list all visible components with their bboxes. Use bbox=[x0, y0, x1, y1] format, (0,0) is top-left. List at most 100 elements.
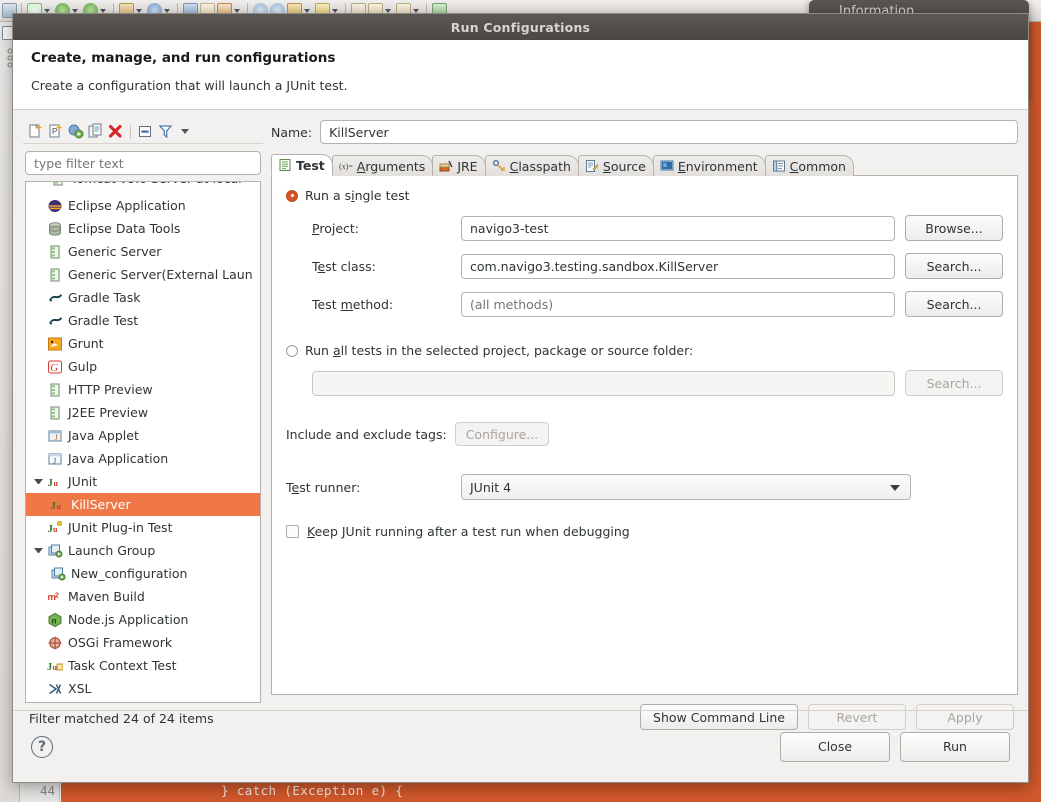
collapse-all-icon[interactable] bbox=[137, 123, 154, 140]
browse-project-button[interactable]: Browse... bbox=[905, 215, 1003, 241]
toolbar-dropdown-arrow-5[interactable] bbox=[164, 8, 170, 13]
new-prototype-icon[interactable]: P bbox=[47, 123, 64, 140]
tree-item[interactable]: HTTP Preview bbox=[26, 378, 260, 401]
tree-item[interactable]: m 2 Maven Build bbox=[26, 585, 260, 608]
new-configuration-from-prototype-icon[interactable] bbox=[67, 123, 84, 140]
keep-running-row[interactable]: Keep JUnit running after a test run when… bbox=[286, 524, 1003, 539]
dialog-title: Run Configurations bbox=[450, 19, 591, 35]
tree-item-label: J2EE Preview bbox=[68, 405, 149, 420]
tab-label: JRE bbox=[457, 158, 478, 174]
toolbar-dropdown-arrow-1[interactable] bbox=[44, 8, 50, 13]
help-icon[interactable]: ? bbox=[31, 735, 53, 758]
toolbar-dropdown-arrow-2[interactable] bbox=[72, 8, 78, 13]
tree-item-label: KillServer bbox=[71, 497, 131, 512]
search-all-tests-button: Search... bbox=[905, 370, 1003, 396]
search-test-method-button[interactable]: Search... bbox=[905, 291, 1003, 317]
tab-environment[interactable]: Environment bbox=[652, 155, 766, 176]
toolbar-dropdown-arrow-4[interactable] bbox=[136, 8, 142, 13]
tab-classpath[interactable]: Classpath bbox=[484, 155, 579, 176]
tree-item[interactable]: Eclipse Data Tools bbox=[26, 217, 260, 240]
tree-item[interactable]: Eclipse Application bbox=[26, 194, 260, 217]
expand-arrow-icon[interactable] bbox=[34, 479, 43, 484]
configuration-tabs[interactable]: Test (x)= Arguments JRE Classpath Source Envir… bbox=[271, 154, 1018, 176]
keep-running-checkbox[interactable] bbox=[286, 525, 299, 538]
tree-item[interactable]: New_configuration bbox=[26, 562, 260, 585]
common-icon bbox=[772, 159, 786, 173]
tab-label: Source bbox=[602, 158, 646, 174]
junit-icon: Ju bbox=[50, 497, 66, 513]
tree-item[interactable]: Ju JUnit bbox=[26, 470, 260, 493]
toolbar-dropdown-arrow-8[interactable] bbox=[332, 8, 338, 13]
run-configurations-dialog: Run Configurations Create, manage, and r… bbox=[12, 13, 1029, 783]
tree-item-label: Java Application bbox=[68, 451, 169, 466]
toolbar-dropdown-arrow-9[interactable] bbox=[385, 8, 391, 13]
duplicate-icon[interactable] bbox=[87, 123, 104, 140]
close-button[interactable]: Close bbox=[780, 731, 890, 762]
gradle-icon bbox=[47, 290, 63, 306]
tree-item[interactable]: Gradle Test bbox=[26, 309, 260, 332]
tree-item[interactable]: Gradle Task bbox=[26, 286, 260, 309]
test-runner-label: Test runner: bbox=[286, 479, 361, 495]
tree-item-selected[interactable]: Ju KillServer bbox=[26, 493, 260, 516]
tab-common[interactable]: Common bbox=[764, 155, 854, 176]
run-all-tests-radio[interactable] bbox=[286, 344, 298, 357]
footer-buttons: Close Run bbox=[780, 731, 1010, 762]
toolbar-dropdown-arrow-6[interactable] bbox=[234, 8, 240, 13]
node-icon: n bbox=[47, 612, 63, 628]
delete-icon[interactable] bbox=[107, 123, 124, 140]
tree-item-label: Gulp bbox=[68, 359, 98, 374]
tree-item[interactable]: J Java Application bbox=[26, 447, 260, 470]
tree-item-label: Generic Server(External Laun bbox=[68, 267, 253, 282]
tab-test[interactable]: Test bbox=[271, 154, 333, 176]
tree-item[interactable]: Ju Task Context Test bbox=[26, 654, 260, 677]
tree-item[interactable]: Ju JUnit Plug-in Test bbox=[26, 516, 260, 539]
dialog-titlebar[interactable]: Run Configurations bbox=[13, 14, 1028, 40]
project-label: Project: bbox=[312, 220, 359, 236]
configurations-tree[interactable]: Tomcat v8.0 Server at local Eclipse Appli… bbox=[25, 181, 261, 703]
tree-item-label: Gradle Test bbox=[68, 313, 139, 328]
test-class-row: Test class: Search... bbox=[286, 253, 1003, 279]
run-all-tests-radio-row[interactable]: Run all tests in the selected project, p… bbox=[286, 343, 1003, 358]
expand-arrow-icon[interactable] bbox=[34, 548, 43, 553]
eclipse-icon bbox=[47, 198, 63, 214]
new-configuration-icon[interactable] bbox=[27, 123, 44, 140]
test-runner-select[interactable]: JUnit 4 bbox=[461, 474, 911, 500]
tree-item[interactable]: Tomcat v8.0 Server at local bbox=[26, 182, 260, 194]
search-input[interactable] bbox=[25, 151, 261, 175]
tree-item-label: Task Context Test bbox=[68, 658, 177, 673]
tree-item[interactable]: OSGi Framework bbox=[26, 631, 260, 654]
test-method-input[interactable] bbox=[461, 291, 895, 317]
run-single-test-radio-row[interactable]: Run a single test bbox=[286, 188, 1003, 203]
tree-item[interactable]: XSL bbox=[26, 677, 260, 700]
page-subtitle: Create a configuration that will launch … bbox=[31, 78, 348, 93]
tree-item[interactable]: Launch Group bbox=[26, 539, 260, 562]
search-test-class-button[interactable]: Search... bbox=[905, 253, 1003, 279]
chevron-down-icon[interactable] bbox=[890, 485, 900, 491]
toolbar-dropdown-arrow-7[interactable] bbox=[304, 8, 310, 13]
tab-arguments[interactable]: (x)= Arguments bbox=[331, 155, 434, 176]
xsl-icon bbox=[47, 681, 63, 697]
server-icon bbox=[47, 382, 63, 398]
filter-icon[interactable] bbox=[157, 123, 174, 140]
tree-item[interactable]: Generic Server(External Laun bbox=[26, 263, 260, 286]
tree-item[interactable]: Grunt bbox=[26, 332, 260, 355]
tree-item[interactable]: Generic Server bbox=[26, 240, 260, 263]
toolbar-dropdown-arrow-3[interactable] bbox=[100, 8, 106, 13]
tree-item[interactable]: J Java Applet bbox=[26, 424, 260, 447]
run-button[interactable]: Run bbox=[900, 731, 1010, 762]
tree-item[interactable]: n Node.js Application bbox=[26, 608, 260, 631]
source-icon bbox=[585, 159, 599, 173]
project-input[interactable] bbox=[461, 215, 895, 241]
run-single-test-radio[interactable] bbox=[286, 189, 298, 202]
junit-icon: Ju bbox=[47, 474, 63, 490]
server-icon bbox=[47, 267, 63, 283]
toolbar-dropdown-arrow-10[interactable] bbox=[413, 8, 419, 13]
name-input[interactable] bbox=[320, 120, 1018, 144]
svg-text:(x)=: (x)= bbox=[339, 162, 353, 171]
view-menu-arrow-icon[interactable] bbox=[181, 129, 189, 134]
tree-item[interactable]: J2EE Preview bbox=[26, 401, 260, 424]
tab-jre[interactable]: JRE bbox=[432, 155, 486, 176]
tree-item[interactable]: G Gulp bbox=[26, 355, 260, 378]
test-class-input[interactable] bbox=[461, 253, 895, 279]
tab-source[interactable]: Source bbox=[577, 155, 654, 176]
